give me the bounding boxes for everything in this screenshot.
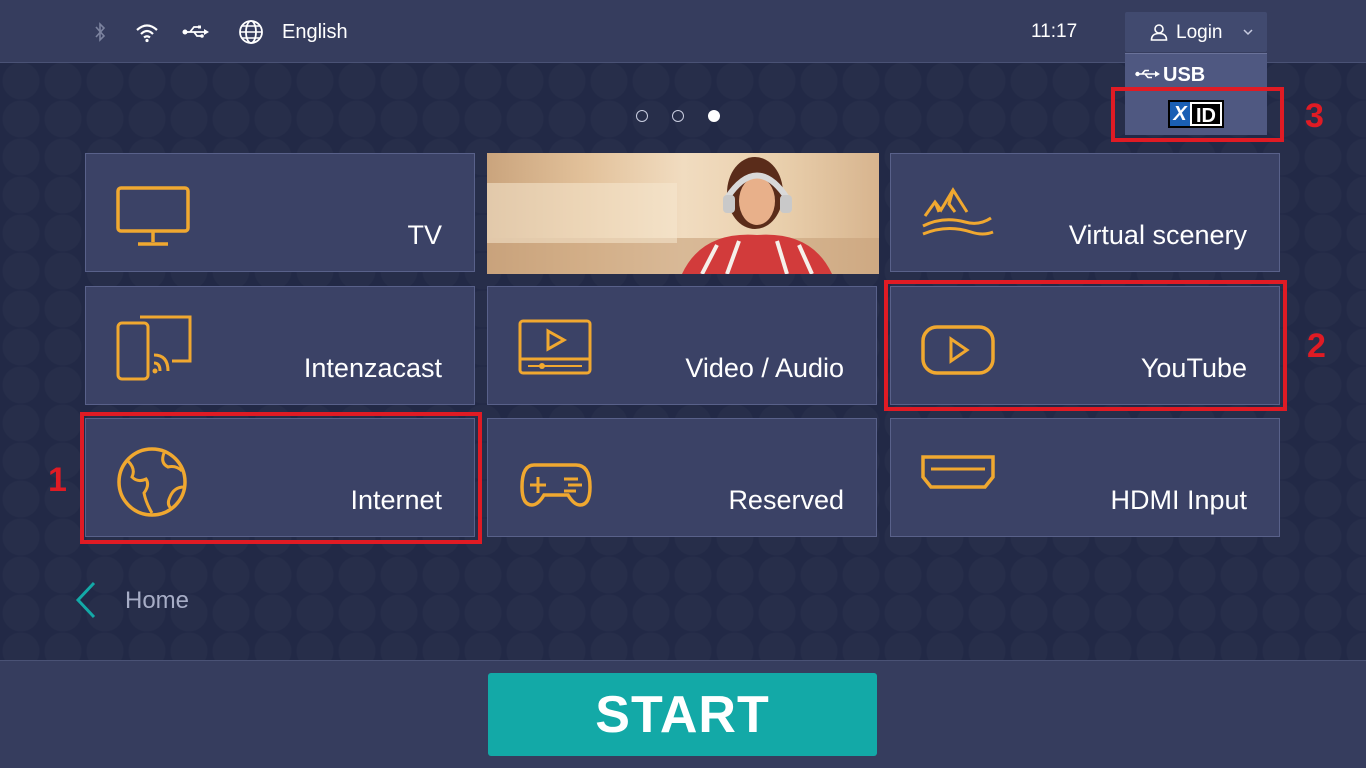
bluetooth-icon bbox=[95, 22, 106, 42]
user-icon bbox=[1150, 24, 1168, 41]
highlight-box-internet bbox=[80, 412, 482, 544]
callout-number: 2 bbox=[1307, 327, 1326, 365]
promo-banner-image[interactable] bbox=[487, 153, 879, 274]
callout-number: 1 bbox=[48, 461, 67, 499]
home-link[interactable]: Home bbox=[125, 587, 189, 615]
video-player-icon bbox=[518, 319, 592, 375]
clock: 11:17 bbox=[1031, 21, 1078, 42]
gamepad-icon bbox=[520, 463, 592, 507]
globe-icon[interactable] bbox=[238, 19, 264, 45]
tile-label: Video / Audio bbox=[685, 353, 844, 383]
usb-option-label: USB bbox=[1163, 64, 1206, 86]
login-button[interactable]: Login bbox=[1125, 12, 1267, 52]
page-dot[interactable] bbox=[672, 110, 684, 122]
tile-label: Reserved bbox=[728, 485, 844, 515]
tile-label: TV bbox=[407, 220, 442, 250]
tile-virtual-scenery[interactable]: Virtual scenery bbox=[890, 153, 1280, 272]
callout-number: 3 bbox=[1305, 97, 1324, 135]
tile-hdmi-input[interactable]: HDMI Input bbox=[890, 418, 1280, 537]
tile-video-audio[interactable]: Video / Audio bbox=[487, 286, 877, 405]
tile-label: HDMI Input bbox=[1110, 485, 1247, 515]
tile-intenzacast[interactable]: Intenzacast bbox=[85, 286, 475, 405]
tile-reserved[interactable]: Reserved bbox=[487, 418, 877, 537]
tile-label: Virtual scenery bbox=[1068, 220, 1247, 250]
language-selector[interactable]: English bbox=[282, 21, 348, 44]
back-chevron-icon[interactable] bbox=[72, 580, 98, 620]
cast-icon bbox=[116, 315, 192, 381]
chevron-down-icon bbox=[1243, 29, 1253, 36]
highlight-box-youtube bbox=[884, 280, 1287, 411]
usb-icon bbox=[182, 25, 209, 38]
wifi-icon bbox=[136, 24, 158, 43]
page-dot[interactable] bbox=[636, 110, 648, 122]
login-label: Login bbox=[1176, 22, 1223, 43]
hdmi-icon bbox=[921, 455, 995, 489]
mountains-icon bbox=[922, 187, 994, 236]
banner-photo bbox=[487, 157, 879, 274]
carousel-page-indicator bbox=[636, 110, 720, 122]
start-button[interactable]: START bbox=[488, 673, 877, 756]
tile-tv[interactable]: TV bbox=[85, 153, 475, 272]
tv-icon bbox=[116, 186, 190, 246]
highlight-box-xid bbox=[1111, 87, 1284, 142]
page-dot-active[interactable] bbox=[708, 110, 720, 122]
login-usb-option[interactable]: USB bbox=[1125, 54, 1267, 90]
usb-icon bbox=[1135, 69, 1160, 79]
tile-label: Intenzacast bbox=[303, 353, 442, 383]
